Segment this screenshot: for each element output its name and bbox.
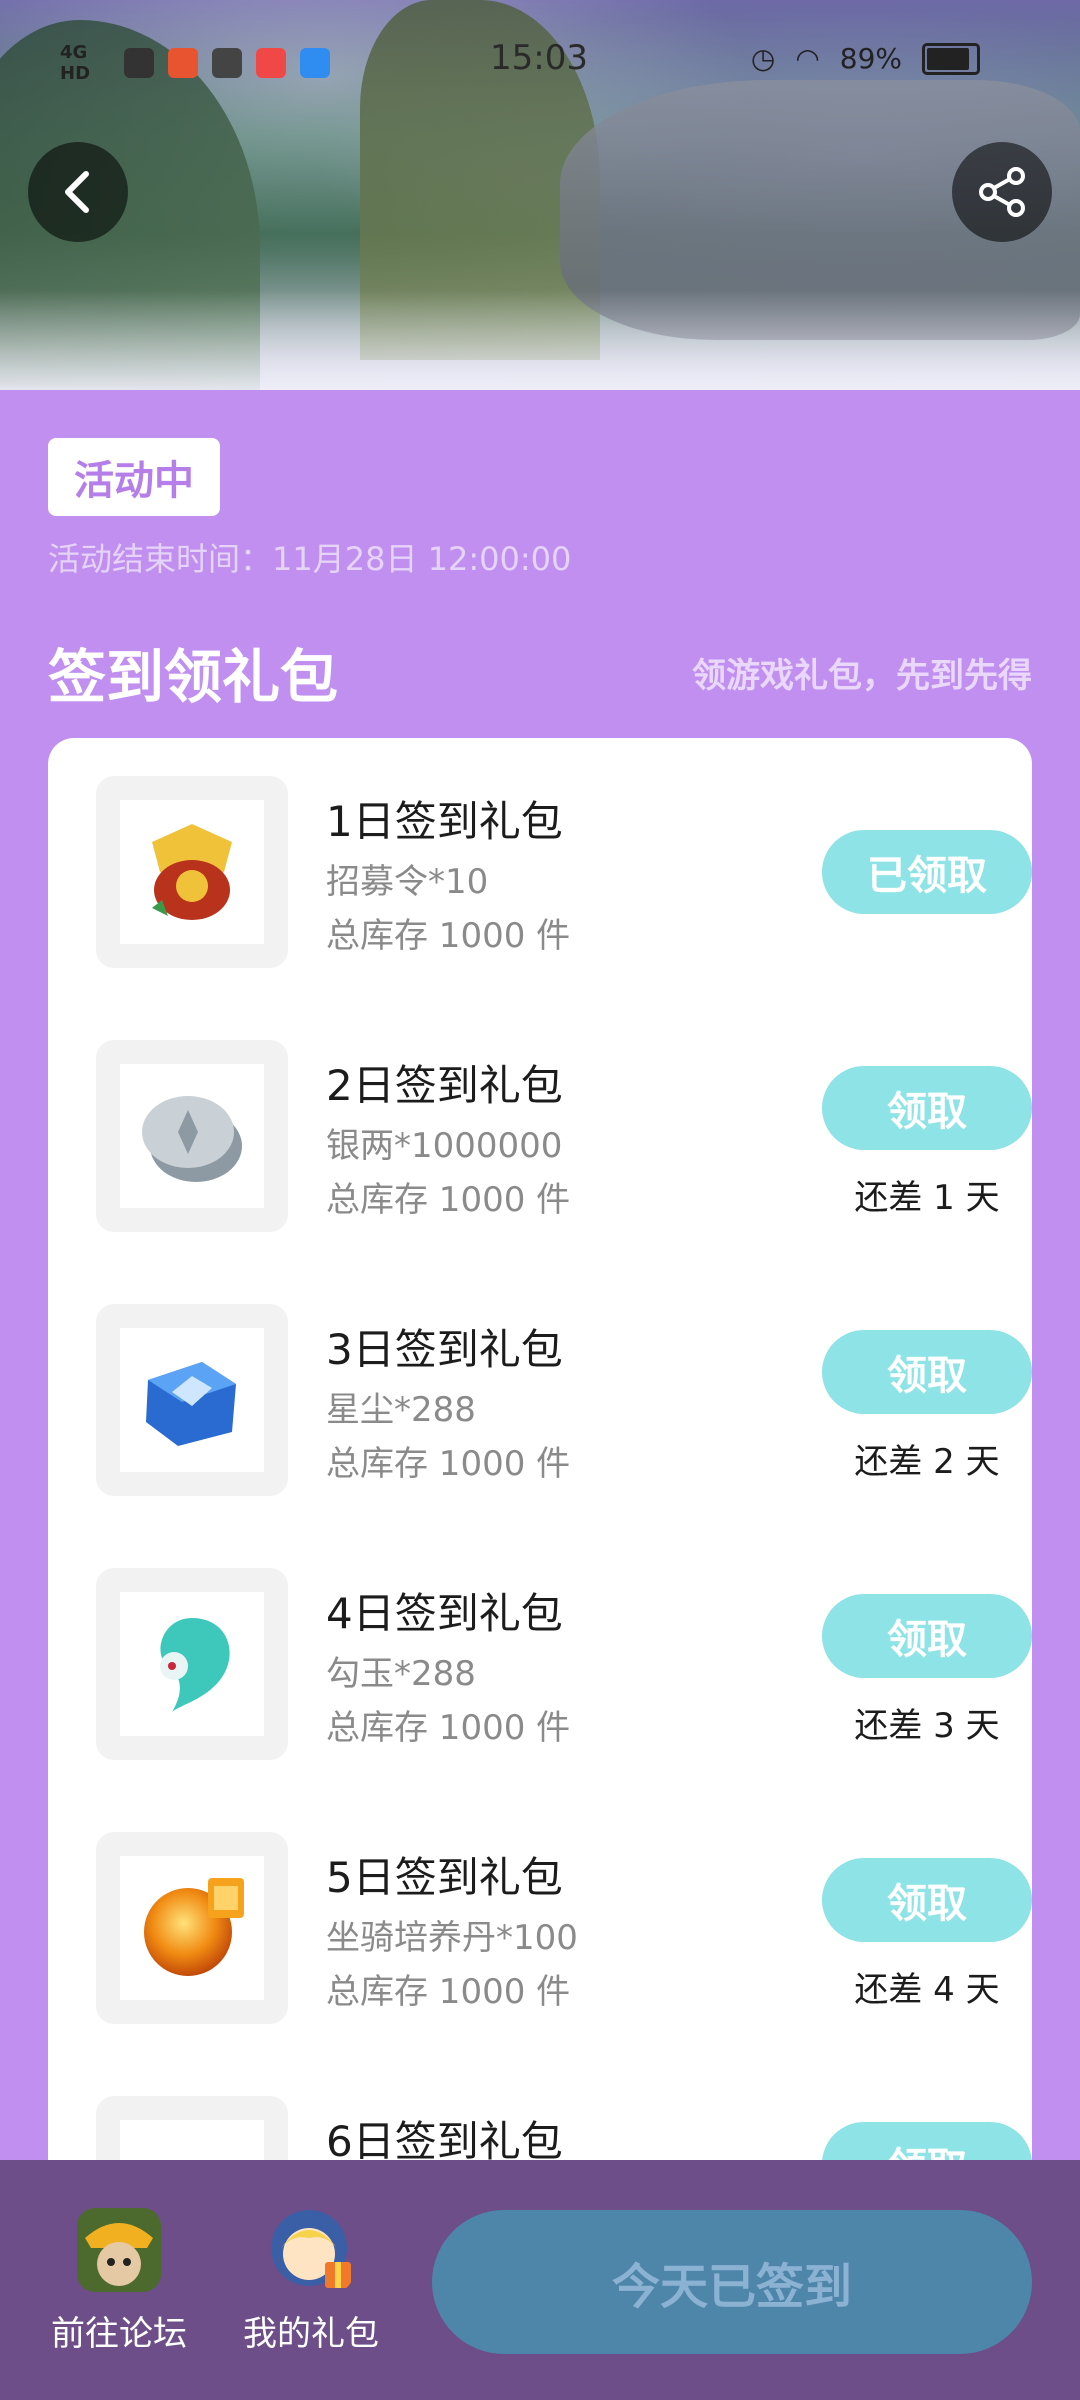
clock: 15:03 <box>490 38 588 78</box>
gift-thumbnail <box>96 1568 288 1760</box>
gift-title: 2日签到礼包 <box>326 1061 563 1110</box>
gift-thumbnail <box>96 1040 288 1232</box>
section-title: 签到领礼包 <box>48 643 339 711</box>
share-button[interactable] <box>952 142 1052 242</box>
claim-button[interactable]: 领取 <box>822 1330 1032 1414</box>
mascot-gift-icon <box>271 2210 351 2288</box>
claim-button[interactable]: 领取 <box>822 1858 1032 1942</box>
gift-item-day3: 3日签到礼包 星尘*288 总库存 1000 件 领取 还差 2 天 <box>96 1304 1032 1496</box>
alarm-icon: ◷ <box>750 42 776 75</box>
claim-button[interactable]: 领取 <box>822 1594 1032 1678</box>
chevron-left-icon <box>65 171 89 213</box>
signed-in-today-button[interactable]: 今天已签到 <box>432 2210 1032 2354</box>
gift-title: 1日签到礼包 <box>326 797 563 846</box>
wifi-icon: ◠ <box>795 42 820 75</box>
app-notification-icon <box>168 48 198 78</box>
network-indicator: 4G HD <box>60 42 91 84</box>
recruit-token-icon <box>152 824 232 920</box>
gift-item-day2: 2日签到礼包 银两*1000000 总库存 1000 件 领取 还差 1 天 <box>96 1040 1032 1232</box>
gift-stock: 总库存 1000 件 <box>326 1708 571 1748</box>
event-status-badge: 活动中 <box>48 438 220 516</box>
mail-icon <box>124 48 154 78</box>
event-end-time: 活动结束时间：11月28日 12:00:00 <box>48 540 572 578</box>
gift-list-card: 1日签到礼包 招募令*10 总库存 1000 件 已领取 2日签到礼包 银两*1… <box>48 738 1032 2238</box>
video-icon <box>212 48 242 78</box>
gift-thumbnail <box>96 1832 288 2024</box>
forum-label: 前往论坛 <box>51 2314 187 2354</box>
gift-item-day4: 4日签到礼包 勾玉*288 总库存 1000 件 领取 还差 3 天 <box>96 1568 1032 1760</box>
game-notification-icon <box>256 48 286 78</box>
gift-stock: 总库存 1000 件 <box>326 916 571 956</box>
my-gifts-label: 我的礼包 <box>243 2314 379 2354</box>
gift-content: 坐骑培养丹*100 <box>326 1918 578 1958</box>
gift-item-day5: 5日签到礼包 坐骑培养丹*100 总库存 1000 件 领取 还差 4 天 <box>96 1832 1032 2024</box>
gift-content: 勾玉*288 <box>326 1654 476 1694</box>
claimed-button[interactable]: 已领取 <box>822 830 1032 914</box>
back-button[interactable] <box>28 142 128 242</box>
mount-pill-icon <box>144 1878 244 1976</box>
my-gifts-button[interactable]: 我的礼包 <box>236 2208 386 2355</box>
gift-title: 3日签到礼包 <box>326 1325 563 1374</box>
battery-percent: 89% <box>839 42 902 75</box>
gift-content: 星尘*288 <box>326 1390 476 1430</box>
gift-stock: 总库存 1000 件 <box>326 1444 571 1484</box>
gift-thumbnail <box>96 776 288 968</box>
days-remaining: 还差 4 天 <box>854 1970 1000 2010</box>
status-bar: 4G HD 15:03 ◷ ◠ 89% <box>0 30 1080 90</box>
days-remaining: 还差 2 天 <box>854 1442 1000 1482</box>
magatama-jade-icon <box>160 1618 230 1712</box>
messenger-icon <box>300 48 330 78</box>
gift-stock: 总库存 1000 件 <box>326 1180 571 1220</box>
days-remaining: 还差 3 天 <box>854 1706 1000 1746</box>
forum-button[interactable]: 前往论坛 <box>44 2208 194 2355</box>
share-icon <box>979 167 1025 217</box>
days-remaining: 还差 1 天 <box>854 1178 1000 1218</box>
gift-thumbnail <box>96 1304 288 1496</box>
silver-coin-icon <box>142 1096 242 1182</box>
gift-stock: 总库存 1000 件 <box>326 1972 571 2012</box>
gift-content: 银两*1000000 <box>326 1126 563 1166</box>
gift-item-day1: 1日签到礼包 招募令*10 总库存 1000 件 已领取 <box>96 776 1032 968</box>
gift-title: 5日签到礼包 <box>326 1853 563 1902</box>
battery-icon <box>922 42 980 75</box>
gift-title: 4日签到礼包 <box>326 1589 563 1638</box>
gift-content: 招募令*10 <box>326 862 489 902</box>
game-avatar-icon <box>77 2208 161 2292</box>
claim-button[interactable]: 领取 <box>822 1066 1032 1150</box>
section-subtitle: 领游戏礼包，先到先得 <box>692 656 1032 696</box>
stardust-chest-icon <box>146 1362 236 1446</box>
bottom-action-bar: 前往论坛 我的礼包 今天已签到 <box>0 2160 1080 2400</box>
